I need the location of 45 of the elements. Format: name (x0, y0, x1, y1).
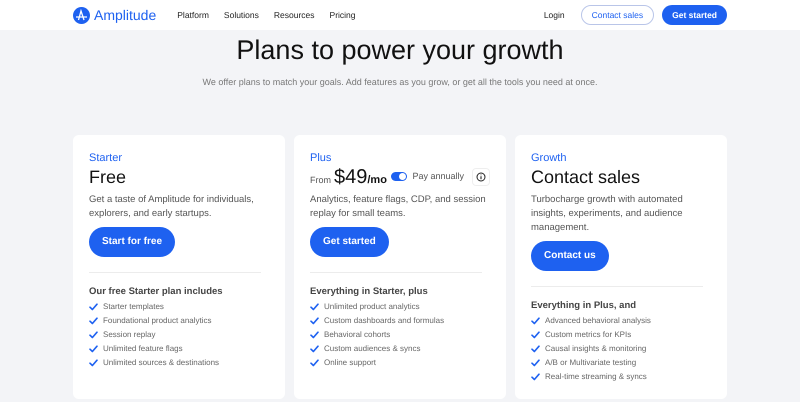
contact-sales-button[interactable]: Contact sales (580, 5, 654, 25)
brand-name[interactable]: Amplitude (94, 4, 156, 26)
feature-item: A/B or Multivariate testing (545, 356, 636, 368)
feature-item: Behavioral cohorts (324, 328, 390, 340)
plan-headline: Free (89, 166, 128, 188)
feature-item: Unlimited feature flags (103, 342, 183, 354)
nav-link[interactable]: Resources (274, 8, 315, 22)
feature-item: Real-time streaming & syncs (545, 370, 647, 382)
feature-item: Unlimited product analytics (324, 300, 420, 312)
features-heading: Everything in Starter, plus (310, 286, 429, 298)
plan-button[interactable]: Contact us (531, 240, 609, 270)
feature-item: Foundational product analytics (103, 314, 212, 326)
logo-icon (73, 6, 90, 24)
feature-item: Custom metrics for KPIs (545, 328, 632, 340)
info-button[interactable] (472, 168, 490, 186)
plan-headline: Contact sales (531, 166, 642, 188)
plan-description: Turbocharge growth with automated insights, experiments, and audience management. (531, 192, 684, 234)
plan-button[interactable]: Start for free (89, 226, 176, 256)
feature-item: Causal insights & monitoring (545, 342, 646, 354)
features-heading: Our free Starter plan includes (89, 286, 224, 298)
toggle-label: Pay annually (412, 170, 464, 183)
get-started-button[interactable]: Get started (662, 5, 727, 25)
login-link[interactable]: Login (544, 8, 565, 22)
plan-price: From$49/mo (310, 164, 387, 190)
feature-item: Custom audiences & syncs (324, 342, 420, 354)
plan-description: Analytics, feature flags, CDP, and session replay for small teams. (310, 192, 487, 220)
feature-item: Custom dashboards and formulas (324, 314, 444, 326)
billing-toggle[interactable] (391, 172, 408, 181)
plan-tier-label: Starter (89, 150, 124, 164)
nav-link[interactable]: Platform (177, 8, 209, 22)
nav-link[interactable]: Solutions (224, 8, 259, 22)
plan-tier-label: Plus (310, 150, 332, 164)
feature-item: Online support (324, 356, 376, 368)
page-title: Plans to power your growth (235, 34, 565, 67)
plan-description: Get a taste of Amplitude for individuals, explorers, and early startups. (89, 192, 255, 220)
page-subtitle: We offer plans to match your goals. Add features as you grow, or get all the tools you need at once. (202, 76, 598, 89)
nav-link[interactable]: Pricing (330, 8, 356, 22)
plan-button[interactable]: Get started (310, 226, 389, 256)
feature-item: Session replay (103, 328, 156, 340)
feature-item: Unlimited sources & destinations (103, 356, 220, 368)
plan-tier-label: Growth (531, 150, 568, 164)
feature-item: Advanced behavioral analysis (545, 314, 651, 326)
info-icon (476, 172, 486, 182)
features-heading: Everything in Plus, and (531, 300, 638, 312)
feature-item: Starter templates (103, 300, 164, 312)
